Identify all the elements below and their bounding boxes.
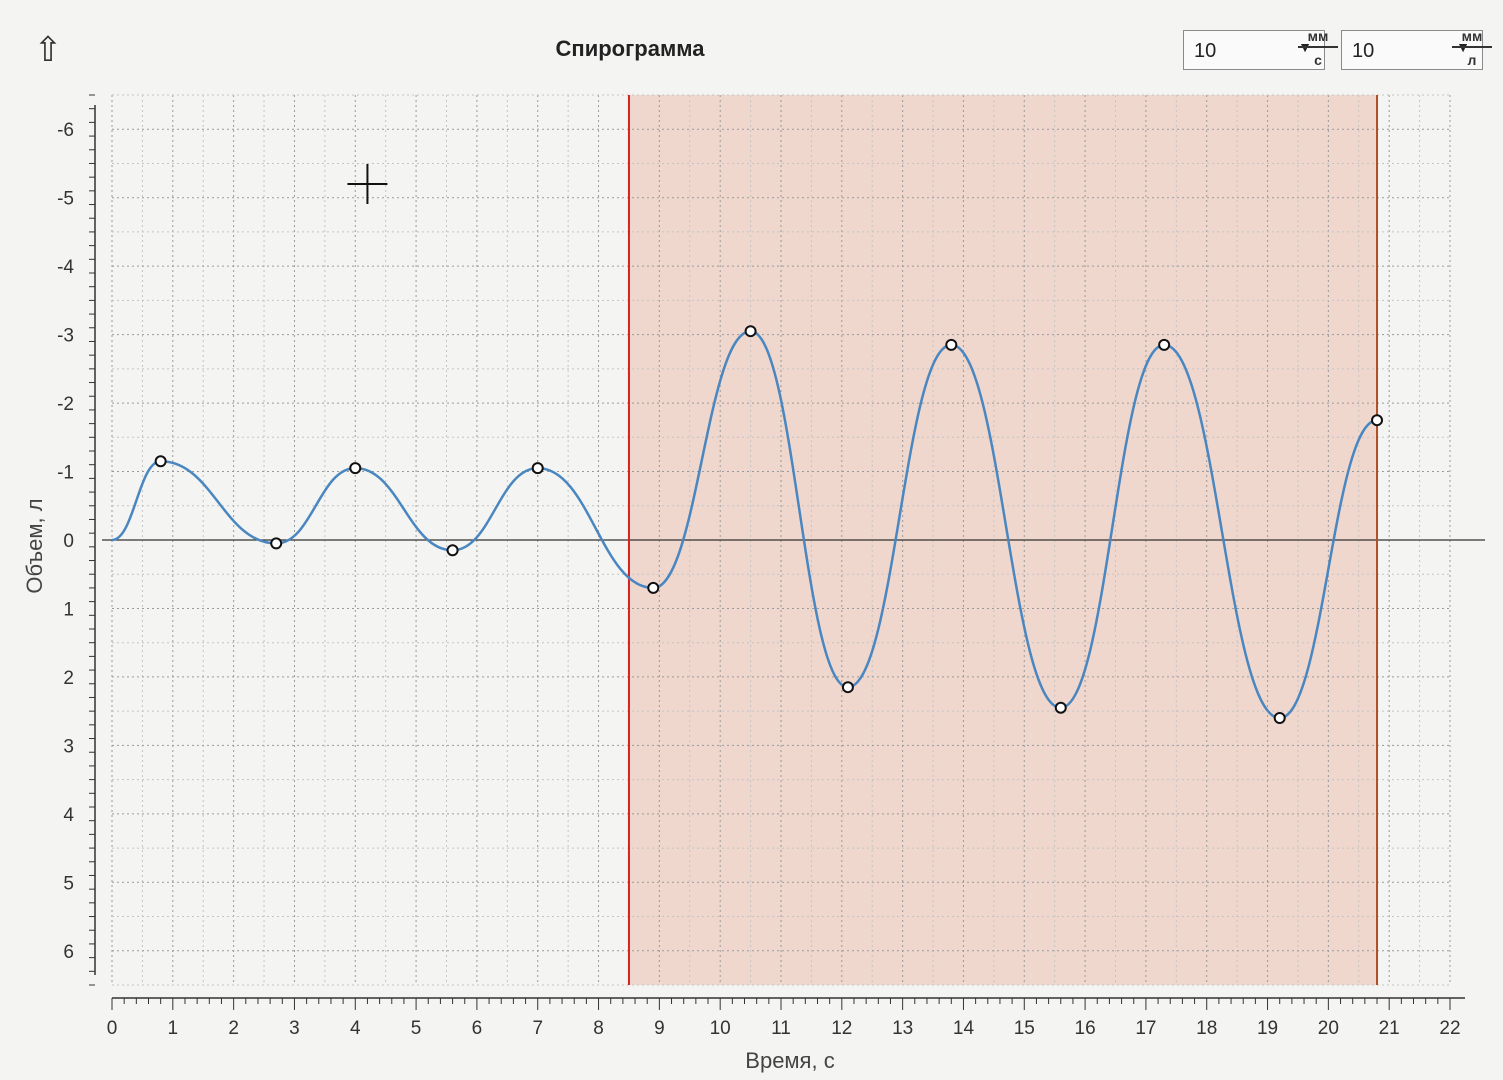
data-point [1054,701,1067,714]
x-tick-label: 3 [289,1018,300,1039]
y-tick-label: -3 [57,326,74,347]
data-point [647,581,660,594]
x-tick-label: 14 [953,1018,975,1039]
data-point [744,325,757,338]
x-tick-label: 11 [771,1018,791,1039]
x-tick-label: 9 [654,1018,665,1039]
x-tick-label: 20 [1318,1018,1339,1039]
y-tick-label: -1 [57,463,74,484]
data-point [446,544,459,557]
y-tick-label: 1 [63,599,74,620]
x-tick-label: 4 [350,1018,361,1039]
y-tick-label: -2 [57,394,74,415]
x-tick-label: 22 [1439,1018,1460,1039]
x-tick-label: 5 [411,1018,422,1039]
x-tick-label: 19 [1257,1018,1278,1039]
spirogram-chart[interactable]: 0 1 2 3 4 5 6 7 8 9 10 11 12 13 14 15 16 17 18 19 20 21 22-6-5… [0,0,1503,1080]
x-tick-label: 16 [1075,1018,1096,1039]
x-tick-label: 7 [532,1018,543,1039]
data-point [1371,414,1384,427]
y-tick-label: 3 [63,736,74,757]
x-tick-label: 2 [228,1018,239,1039]
y-tick-label: 5 [63,873,74,894]
spirogram-window: ⇧ Спирограмма 10 ▼ мм с 10 ▼ мм л 012345… [0,0,1503,1080]
data-point [841,681,854,694]
data-point [945,338,958,351]
y-tick-label: 0 [63,531,74,552]
y-axis-label: Объем, л [22,498,47,593]
data-point [270,537,283,550]
y-tick-label: -4 [57,257,74,278]
x-tick-label: 17 [1135,1018,1156,1039]
y-tick-label: 4 [63,805,74,826]
y-tick-label: -6 [57,120,74,141]
x-tick-label: 10 [710,1018,731,1039]
y-tick-label: 6 [63,942,74,963]
x-tick-label: 8 [593,1018,604,1039]
x-axis-label: Время, с [745,1048,834,1073]
data-point [1158,338,1171,351]
data-point [154,455,167,468]
x-tick-label: 6 [472,1018,483,1039]
x-tick-label: 15 [1014,1018,1035,1039]
x-tick-label: 0 [107,1018,118,1039]
x-tick-label: 1 [168,1018,179,1039]
y-tick-label: 2 [63,668,74,689]
x-tick-label: 21 [1379,1018,1400,1039]
x-tick-label: 13 [892,1018,913,1039]
data-point [531,462,544,475]
data-point [349,462,362,475]
y-tick-label: -5 [57,189,74,210]
x-tick-label: 12 [831,1018,852,1039]
x-tick-label: 18 [1196,1018,1217,1039]
data-point [1273,712,1286,724]
